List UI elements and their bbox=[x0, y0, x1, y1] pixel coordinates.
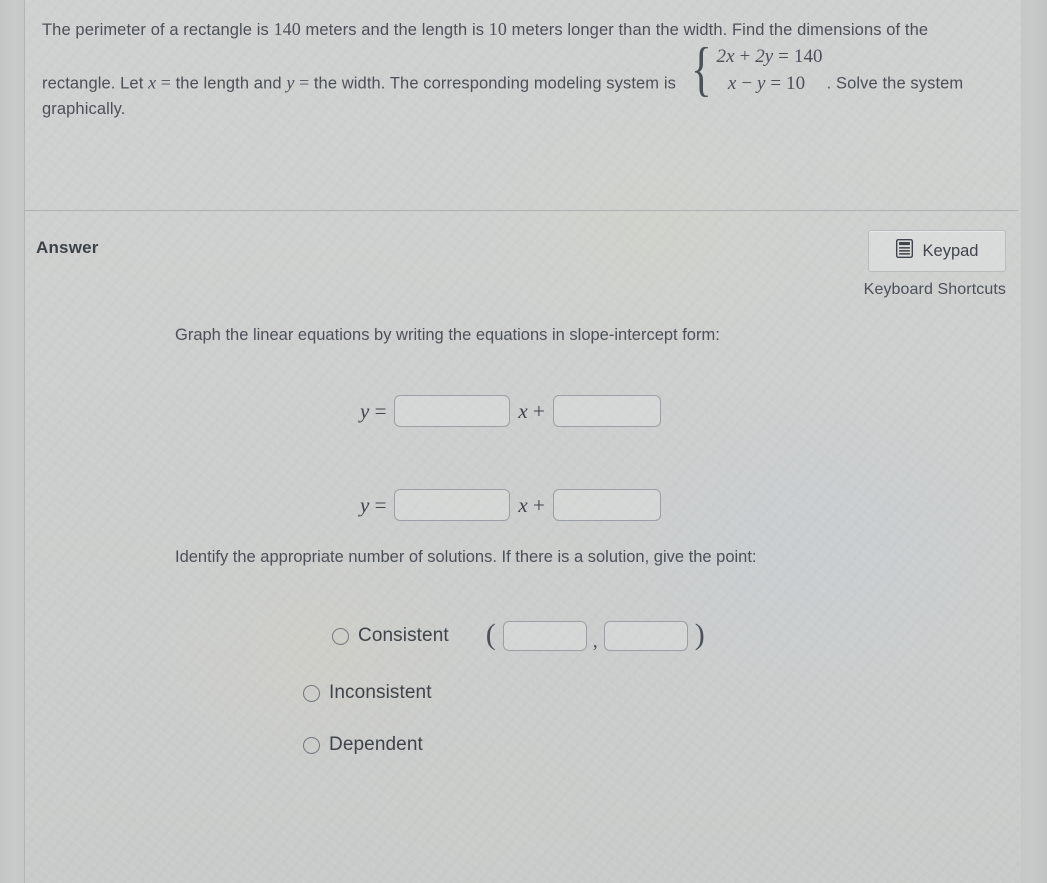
keypad-button[interactable]: Keypad bbox=[868, 230, 1006, 272]
equation-2-lead: y = bbox=[360, 492, 387, 517]
content-panel: The perimeter of a rectangle is 140 mete… bbox=[25, 0, 1019, 883]
equation-2-slope-input[interactable] bbox=[394, 489, 511, 521]
page-right-gutter bbox=[1021, 0, 1047, 883]
option-dependent[interactable]: Dependent bbox=[25, 734, 1019, 756]
eq1-plus: + bbox=[734, 46, 756, 67]
keypad-button-label: Keypad bbox=[922, 241, 979, 260]
question-var-x: x bbox=[148, 72, 157, 93]
eq2-rhs: 10 bbox=[786, 73, 806, 94]
system-equation-2: x − y = 10 bbox=[717, 71, 823, 96]
radio-consistent-icon[interactable] bbox=[332, 627, 349, 645]
question-block: The perimeter of a rectangle is 140 mete… bbox=[25, 0, 1019, 210]
answer-header: Answer Keypad Keyboard Shortcuts bbox=[25, 211, 1019, 303]
question-equals-1: = bbox=[156, 72, 176, 93]
answer-body: Graph the linear equations by writing th… bbox=[25, 303, 1019, 756]
slope-intercept-row-2: y = x + bbox=[25, 489, 1019, 521]
eq2-minus: − bbox=[736, 73, 757, 94]
question-part-1: The perimeter of a rectangle is bbox=[42, 21, 274, 39]
prompt-slope-intercept: Graph the linear equations by writing th… bbox=[175, 326, 720, 344]
solution-point-x-input[interactable] bbox=[502, 621, 587, 651]
equation-2-intercept-input[interactable] bbox=[552, 489, 661, 521]
equation-2-mid: x + bbox=[518, 492, 545, 517]
equation-1-slope-input[interactable] bbox=[394, 395, 511, 427]
equation-1-intercept-input[interactable] bbox=[552, 395, 661, 427]
eq1-rhs: 140 bbox=[793, 46, 823, 67]
question-perimeter-value: 140 bbox=[273, 19, 301, 39]
eq1-equals: = bbox=[773, 46, 794, 67]
system-of-equations: { 2x + 2y = 140 x − y = 10 bbox=[687, 36, 823, 103]
question-text: The perimeter of a rectangle is 140 mete… bbox=[42, 16, 997, 122]
system-equation-1: 2x + 2y = 140 bbox=[717, 44, 823, 69]
slope-intercept-row-1: y = x + bbox=[25, 395, 1019, 427]
close-paren: ) bbox=[694, 618, 705, 651]
question-part-2: meters and the length is bbox=[300, 21, 489, 39]
radio-dependent-icon[interactable] bbox=[303, 736, 320, 754]
solution-point-group: ( , ) bbox=[485, 618, 705, 652]
eq1-term-2y: 2y bbox=[755, 46, 774, 67]
option-dependent-label: Dependent bbox=[329, 734, 423, 755]
calculator-keypad-icon bbox=[895, 238, 913, 263]
eq2-equals: = bbox=[765, 73, 787, 94]
option-consistent-label: Consistent bbox=[358, 625, 449, 646]
open-paren: ( bbox=[485, 618, 496, 651]
keyboard-shortcuts-link[interactable]: Keyboard Shortcuts bbox=[864, 281, 1006, 299]
eq2-term-y: y bbox=[756, 73, 766, 94]
option-inconsistent[interactable]: Inconsistent bbox=[25, 682, 1019, 704]
eq1-term-2x: 2x bbox=[716, 46, 735, 67]
system-equation-list: 2x + 2y = 140 x − y = 10 bbox=[714, 44, 823, 96]
solution-point-y-input[interactable] bbox=[603, 621, 688, 651]
page-left-gutter bbox=[0, 0, 25, 883]
equation-1-mid: x + bbox=[518, 398, 545, 423]
option-inconsistent-label: Inconsistent bbox=[329, 682, 432, 703]
left-brace-icon: { bbox=[690, 36, 712, 103]
point-comma: , bbox=[592, 629, 598, 652]
question-part-4: the length and bbox=[175, 74, 287, 93]
answer-label: Answer bbox=[36, 238, 99, 257]
question-longer-value: 10 bbox=[488, 19, 507, 39]
prompt-number-of-solutions: Identify the appropriate number of solut… bbox=[175, 548, 757, 566]
question-equals-2: = bbox=[294, 72, 314, 93]
solution-type-options: Consistent ( , ) Inconsistent Dependent bbox=[25, 618, 1019, 756]
question-part-5: the width. The corresponding modeling sy… bbox=[313, 74, 681, 93]
option-consistent[interactable]: Consistent ( , ) bbox=[25, 618, 1019, 652]
radio-inconsistent-icon[interactable] bbox=[303, 684, 320, 702]
equation-1-lead: y = bbox=[360, 398, 387, 423]
